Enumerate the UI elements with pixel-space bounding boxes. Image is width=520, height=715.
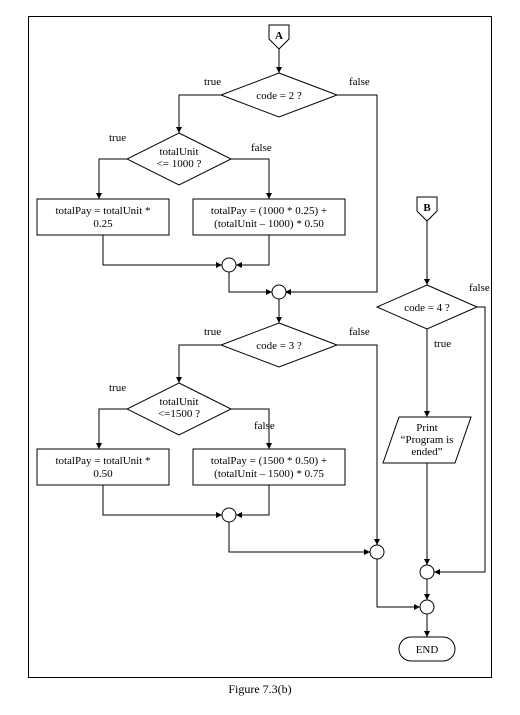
decision-code2-label: code = 2 ? <box>256 90 302 102</box>
merge-1 <box>222 258 236 272</box>
edge-m3-m4 <box>229 522 370 552</box>
process-025-l2: 0.25 <box>93 218 113 230</box>
connector-a-label: A <box>275 30 283 42</box>
edge-d1500-true <box>99 409 127 449</box>
decision-unit1000-l1: totalUnit <box>159 146 198 158</box>
label-d2-true: true <box>204 76 221 88</box>
decision-unit1000: totalUnit <= 1000 ? <box>127 133 231 185</box>
merge-3 <box>222 508 236 522</box>
label-d1500-false: false <box>254 420 275 432</box>
connector-b: B <box>417 197 437 221</box>
decision-unit1500-l2: <=1500 ? <box>158 408 200 420</box>
edge-d2-false <box>285 95 377 292</box>
decision-code2: code = 2 ? <box>221 73 337 117</box>
process-025: totalPay = totalUnit * 0.25 <box>37 199 169 235</box>
edge-m4-m6 <box>377 559 420 607</box>
process-050stack-l1: totalPay = (1000 * 0.25) + <box>211 205 327 217</box>
decision-unit1500: totalUnit <=1500 ? <box>127 383 231 435</box>
edge-p025-m1 <box>103 235 222 265</box>
label-d1500-true: true <box>109 382 126 394</box>
process-050-l1: totalPay = totalUnit * <box>55 455 150 467</box>
decision-code3: code = 3 ? <box>221 323 337 367</box>
merge-5 <box>420 565 434 579</box>
process-075-l2: (totalUnit – 1500) * 0.75 <box>214 468 324 480</box>
edge-p050s-m1 <box>236 235 269 265</box>
process-075: totalPay = (1500 * 0.50) + (totalUnit – … <box>193 449 345 485</box>
edge-p075-m3 <box>236 485 269 515</box>
edge-d3-true <box>179 345 221 383</box>
process-075-l1: totalPay = (1500 * 0.50) + <box>211 455 327 467</box>
decision-code4: code = 4 ? <box>377 285 477 329</box>
connector-a: A <box>269 25 289 49</box>
figure-caption: Figure 7.3(b) <box>0 682 520 697</box>
connector-b-label: B <box>423 202 431 214</box>
label-d4-false: false <box>469 282 490 294</box>
edge-d2-true <box>179 95 221 133</box>
edge-m1-m2 <box>229 272 272 292</box>
label-d1000-false: false <box>251 142 272 154</box>
terminator-end: END <box>399 637 455 661</box>
decision-unit1000-l2: <= 1000 ? <box>157 158 202 170</box>
diagram-frame: A code = 2 ? true false totalUnit <= 100… <box>28 16 492 678</box>
decision-unit1500-l1: totalUnit <box>159 396 198 408</box>
merge-6 <box>420 600 434 614</box>
edge-p050-m3 <box>103 485 222 515</box>
label-d3-true: true <box>204 326 221 338</box>
decision-code4-label: code = 4 ? <box>404 302 450 314</box>
process-050: totalPay = totalUnit * 0.50 <box>37 449 169 485</box>
page: A code = 2 ? true false totalUnit <= 100… <box>0 0 520 715</box>
edge-d1000-true <box>99 159 127 199</box>
process-050-l2: 0.50 <box>93 468 113 480</box>
process-050stack: totalPay = (1000 * 0.25) + (totalUnit – … <box>193 199 345 235</box>
edge-d3-false <box>337 345 377 545</box>
label-d2-false: false <box>349 76 370 88</box>
process-050stack-l2: (totalUnit – 1000) * 0.50 <box>214 218 324 230</box>
io-print-l2: “Program is <box>401 434 454 446</box>
edge-d1000-false <box>231 159 269 199</box>
process-025-l1: totalPay = totalUnit * <box>55 205 150 217</box>
label-d3-false: false <box>349 326 370 338</box>
decision-code3-label: code = 3 ? <box>256 340 302 352</box>
flowchart-svg: A code = 2 ? true false totalUnit <= 100… <box>29 17 493 679</box>
label-d4-true: true <box>434 338 451 350</box>
terminator-end-label: END <box>416 644 439 656</box>
io-print-l3: ended” <box>411 446 442 458</box>
io-print-l1: Print <box>416 422 437 434</box>
label-d1000-true: true <box>109 132 126 144</box>
io-print: Print “Program is ended” <box>383 417 471 463</box>
merge-4 <box>370 545 384 559</box>
merge-2 <box>272 285 286 299</box>
